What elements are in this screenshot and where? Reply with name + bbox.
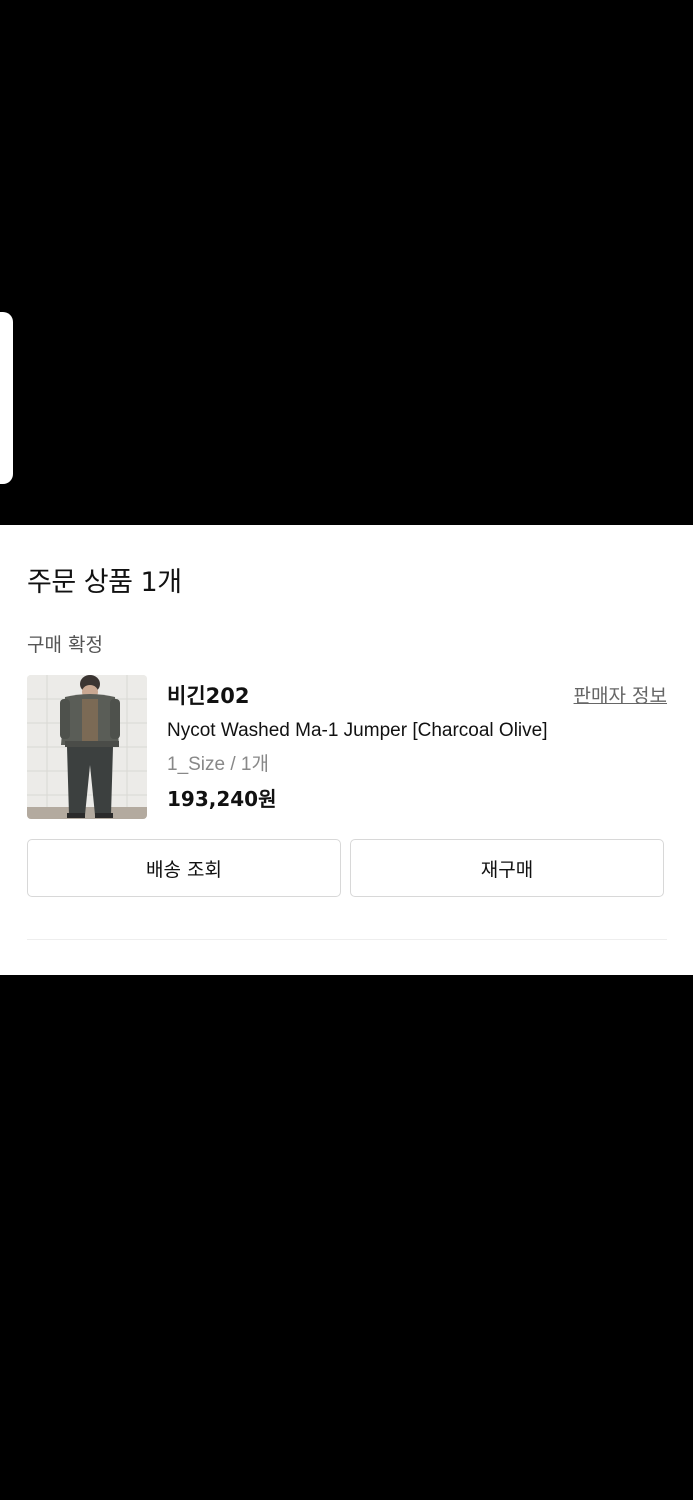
product-image [27, 675, 147, 819]
product-item[interactable]: 비긴202 판매자 정보 Nycot Washed Ma-1 Jumper [C… [27, 675, 667, 819]
divider [27, 939, 667, 940]
sheet-title: 주문 상품 1개 [27, 567, 182, 598]
product-option: 1_Size / 1개 [167, 754, 269, 775]
brand-name[interactable]: 비긴202 [167, 682, 249, 710]
reorder-button[interactable]: 재구매 [350, 839, 664, 897]
product-thumbnail[interactable] [27, 675, 147, 819]
track-delivery-button[interactable]: 배송 조회 [27, 839, 341, 897]
seller-info-link[interactable]: 판매자 정보 [574, 683, 667, 709]
order-items-sheet: 주문 상품 1개 구매 확정 비긴202 판매자 정보 Nycot Washed… [0, 525, 693, 975]
screen: 주문 상품 1개 구매 확정 비긴202 판매자 정보 Nycot Washed… [0, 0, 693, 1500]
product-price: 193,240원 [167, 787, 277, 811]
product-name[interactable]: Nycot Washed Ma-1 Jumper [Charcoal Olive… [167, 718, 547, 744]
side-panel-handle[interactable] [0, 312, 13, 484]
order-status: 구매 확정 [27, 634, 103, 656]
